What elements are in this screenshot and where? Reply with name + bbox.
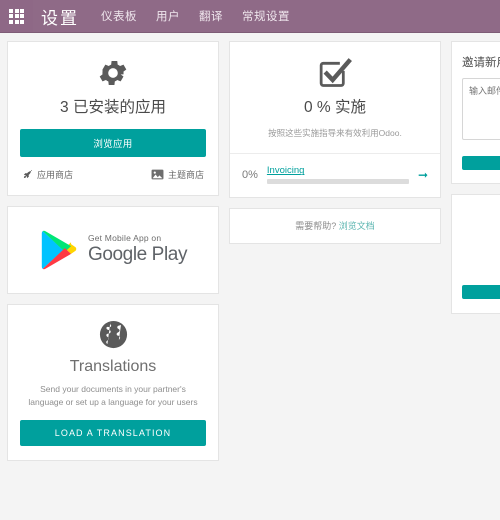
load-translation-button[interactable]: LOAD A TRANSLATION	[20, 419, 206, 446]
installed-apps-title: 3 已安装的应用	[60, 99, 166, 116]
help-row: 需要帮助? 浏览文档	[230, 209, 440, 243]
grid-apps-icon	[9, 8, 24, 24]
secondary-card-button[interactable]	[462, 285, 500, 299]
app-brand-title: 设置	[41, 8, 79, 28]
app-store-label: 应用商店	[37, 170, 74, 181]
installed-apps-card: 3 已安装的应用 浏览应用 应用商店 主题商店	[7, 41, 219, 197]
google-play-icon	[41, 230, 77, 270]
dashboard-column-2: 0 % 实施 按照这些实施指导来有效利用Odoo. 0% Invoicing ➞…	[229, 41, 441, 245]
theme-store-label: 主题商店	[167, 170, 204, 181]
implementation-card: 0 % 实施 按照这些实施指导来有效利用Odoo. 0% Invoicing ➞	[229, 41, 441, 199]
menu-item-dashboard[interactable]: 仪表板	[101, 8, 137, 24]
progress-item-link[interactable]: Invoicing	[267, 165, 409, 176]
translations-title: Translations	[69, 358, 157, 376]
secondary-right-card	[451, 194, 500, 314]
settings-dashboard: 3 已安装的应用 浏览应用 应用商店 主题商店 Get Mobile App o…	[0, 33, 500, 461]
theme-store-link[interactable]: 主题商店	[151, 168, 204, 181]
invite-emails-input[interactable]	[462, 78, 500, 140]
menu-item-translations[interactable]: 翻译	[199, 8, 223, 24]
apps-menu-button[interactable]	[0, 0, 33, 33]
app-store-link[interactable]: 应用商店	[22, 168, 73, 181]
google-play-big-text: Google Play	[87, 244, 188, 266]
implementation-title: 0 % 实施	[303, 99, 366, 116]
arrow-right-icon[interactable]: ➞	[418, 169, 428, 181]
checkbox-checked-icon	[242, 56, 428, 90]
progress-bar	[266, 179, 409, 185]
gear-icon	[20, 56, 206, 90]
translations-card: Translations Send your documents in your…	[7, 304, 219, 461]
help-card: 需要帮助? 浏览文档	[229, 208, 441, 245]
image-icon	[151, 169, 164, 180]
rocket-icon	[23, 170, 33, 179]
menu-item-general-settings[interactable]: 常规设置	[242, 8, 290, 24]
browse-apps-button[interactable]: 浏览应用	[20, 129, 206, 158]
invite-users-title: 邀请新用户	[462, 57, 500, 69]
globe-icon	[20, 319, 206, 350]
progress-main: Invoicing	[266, 165, 409, 185]
translations-description: Send your documents in your partner's la…	[28, 384, 198, 407]
implementation-progress-row: 0% Invoicing ➞	[230, 154, 440, 197]
help-prefix-text: 需要帮助?	[295, 221, 337, 232]
google-play-card[interactable]: Get Mobile App on Google Play	[7, 206, 219, 295]
google-play-small-text: Get Mobile App on	[87, 232, 162, 243]
top-menu: 仪表板 用户 翻译 常规设置	[101, 8, 290, 24]
apps-links-row: 应用商店 主题商店	[20, 168, 206, 181]
invite-users-card: 邀请新用户	[451, 41, 500, 184]
progress-percent-label: 0%	[242, 168, 258, 181]
menu-item-users[interactable]: 用户	[156, 8, 180, 24]
implementation-subtitle: 按照这些实施指导来有效利用Odoo.	[268, 128, 402, 139]
top-navigation-bar: 设置 仪表板 用户 翻译 常规设置	[0, 0, 500, 33]
invite-send-button[interactable]	[462, 156, 500, 170]
dashboard-column-3: 邀请新用户	[451, 41, 500, 314]
dashboard-column-1: 3 已安装的应用 浏览应用 应用商店 主题商店 Get Mobile App o…	[7, 41, 219, 461]
browse-docs-link[interactable]: 浏览文档	[339, 221, 375, 231]
